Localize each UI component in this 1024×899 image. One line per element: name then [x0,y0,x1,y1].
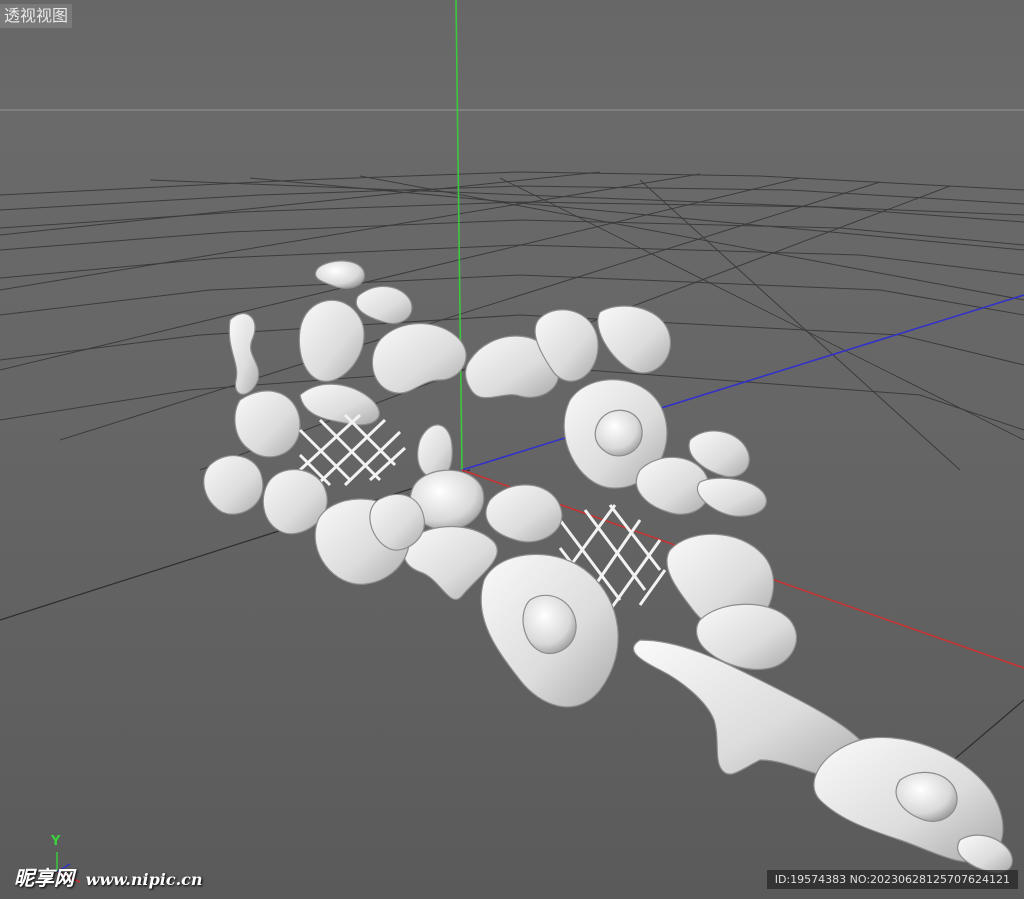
axis-y-line [455,0,463,471]
image-id-bar: ID:19574383 NO:20230628125707624121 [766,870,1018,889]
3d-viewport[interactable]: 透视视图 Y 昵享网 www.nipic.cn ID:19574383 NO:2… [0,0,1024,899]
ground-grid [0,171,1024,471]
viewport-view-label[interactable]: 透视视图 [0,4,73,28]
axis-y-label: Y [51,834,61,849]
viewport-scene[interactable] [0,0,1024,899]
watermark-site: www.nipic.cn [85,870,203,889]
watermark-brand: 昵享网 [14,866,74,890]
watermark: 昵享网 www.nipic.cn [14,862,203,891]
carved-ornament-model[interactable] [203,260,1013,874]
